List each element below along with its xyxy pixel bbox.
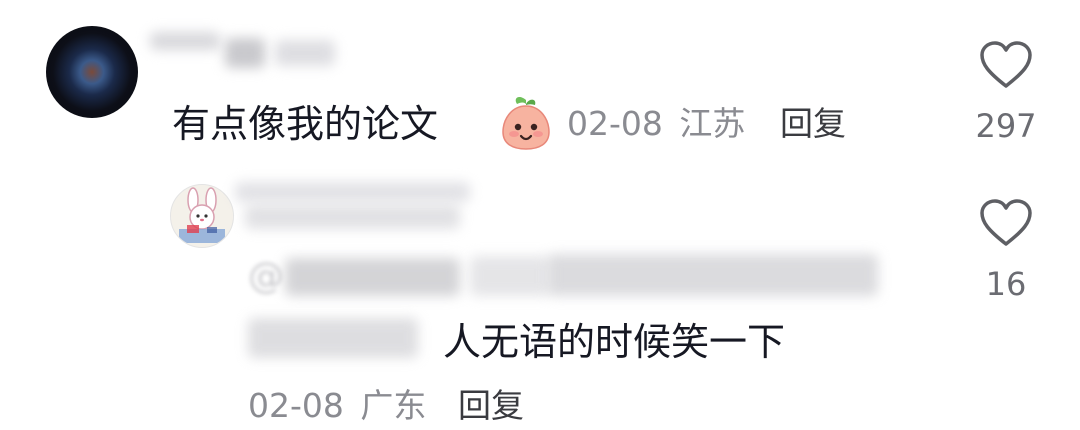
reply-reply-button[interactable]: 回复	[458, 386, 524, 426]
comment-reply-button[interactable]: 回复	[780, 104, 846, 144]
bunny-avatar-art	[171, 185, 233, 247]
reply-meta: 02-08 广东	[248, 386, 426, 426]
comment-location: 江苏	[679, 104, 746, 143]
smiling-peach-emoji	[502, 97, 550, 150]
reply-like[interactable]: 16	[961, 198, 1051, 302]
comment-meta: 02-08 江苏	[567, 104, 745, 144]
reply-mention-at: @	[248, 256, 284, 297]
comment-text-row: 有点像我的论文	[172, 102, 438, 146]
heart-outline-icon	[980, 199, 1032, 246]
reply-text-row: 人无语的时候笑一下	[443, 320, 785, 364]
comment-date: 02-08	[567, 104, 663, 143]
reply-text: 人无语的时候笑一下	[443, 320, 786, 364]
comment-like-count: 297	[975, 107, 1037, 145]
comment-text: 有点像我的论文	[172, 102, 439, 146]
heart-outline-icon	[980, 41, 1032, 88]
reply-like-count: 16	[985, 265, 1027, 303]
comment-avatar[interactable]	[46, 26, 138, 118]
reply-location: 广东	[360, 386, 427, 425]
comment-like[interactable]: 297	[961, 40, 1051, 144]
reply-avatar[interactable]	[170, 184, 234, 248]
reply-date: 02-08	[248, 386, 344, 425]
